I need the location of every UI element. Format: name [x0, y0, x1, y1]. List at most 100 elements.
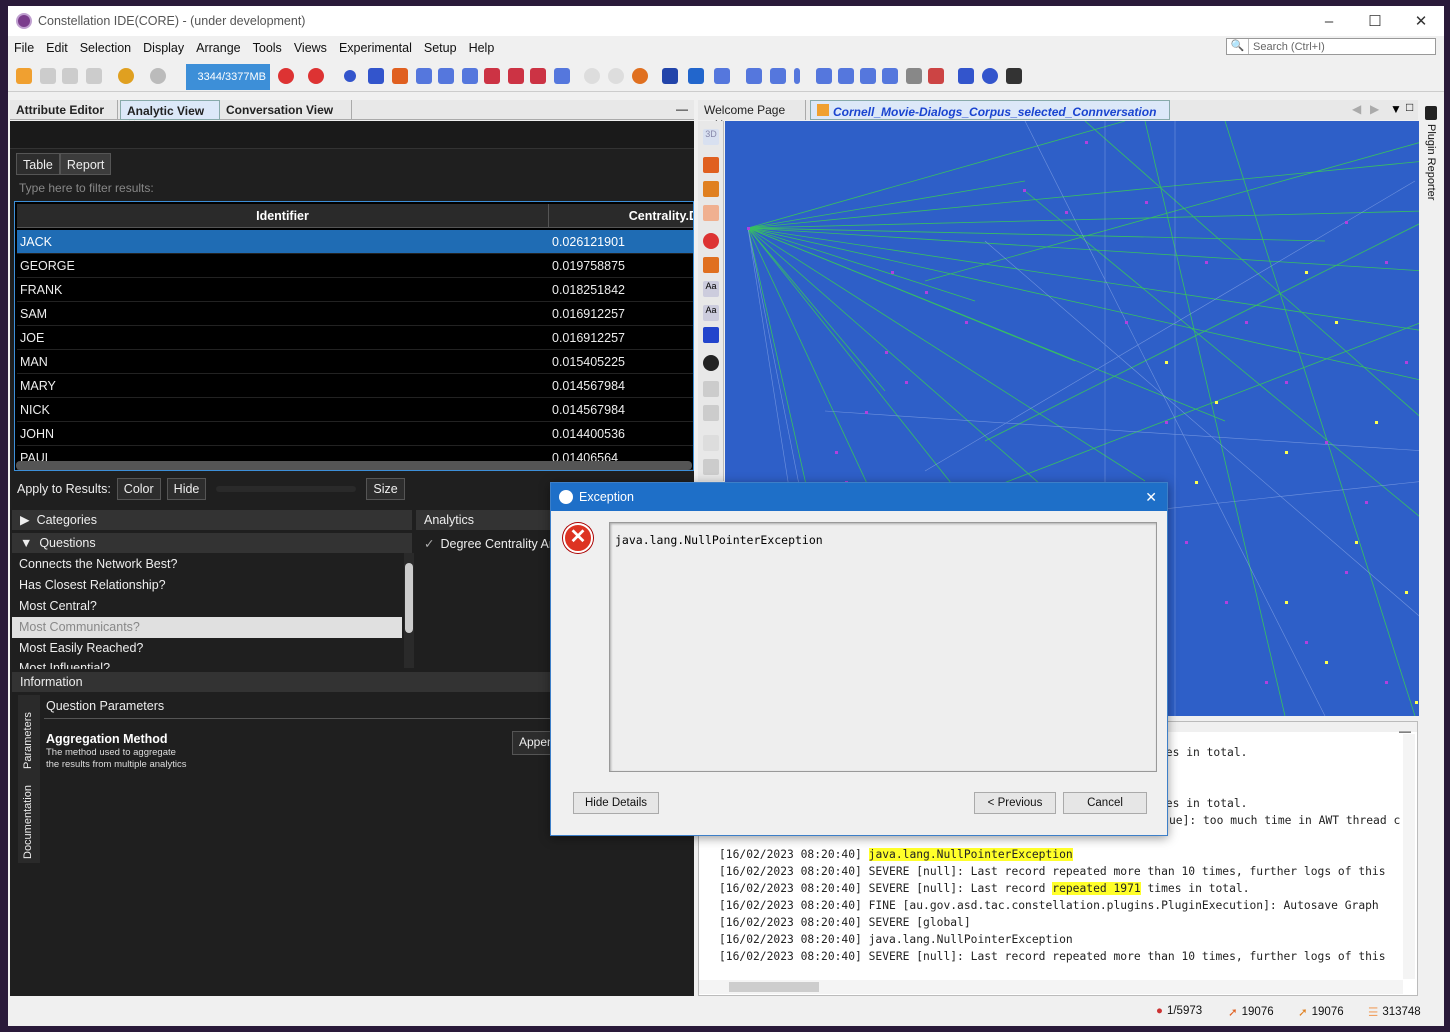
tab-table[interactable]: Table: [16, 153, 60, 175]
layout-1-icon[interactable]: [816, 68, 832, 84]
close-button[interactable]: ✕: [1398, 6, 1444, 36]
scroll-right-icon[interactable]: ▶: [1370, 102, 1379, 116]
size-button[interactable]: Size: [366, 478, 405, 500]
graph-tool-5-icon[interactable]: [508, 68, 524, 84]
table-row[interactable]: JOHN 0.014400536: [17, 422, 693, 446]
question-item[interactable]: Most Influential?: [12, 659, 402, 669]
search-icon[interactable]: 🔍: [1227, 39, 1249, 54]
blaze-icon[interactable]: [703, 327, 719, 343]
vertical-line-icon[interactable]: [794, 68, 800, 84]
color-button[interactable]: Color: [116, 478, 161, 500]
menu-file[interactable]: File: [8, 41, 40, 55]
new-graph-icon[interactable]: [16, 68, 32, 84]
analytics-item[interactable]: ✓ Degree Centrality An: [424, 536, 556, 552]
table-row[interactable]: NICK 0.014567984: [17, 398, 693, 422]
open-icon[interactable]: [40, 68, 56, 84]
zoom-icon[interactable]: [584, 68, 600, 84]
table-row[interactable]: SAM 0.016912257: [17, 302, 693, 326]
question-item[interactable]: Most Easily Reached?: [12, 638, 402, 659]
tab-welcome-page[interactable]: Welcome Page ✕: [698, 100, 806, 131]
menu-setup[interactable]: Setup: [418, 41, 463, 55]
plugin-reporter-tab[interactable]: Plugin Reporter: [1425, 124, 1437, 200]
maximize-panel-icon[interactable]: □: [1406, 100, 1413, 114]
checkbox-checked-icon[interactable]: ✓: [424, 536, 434, 551]
questions-header[interactable]: ▼ Questions: [12, 533, 412, 553]
gc-all-icon[interactable]: [308, 68, 324, 84]
hide-details-button[interactable]: Hide Details: [573, 792, 659, 814]
questions-scrollbar[interactable]: [404, 553, 414, 668]
chart-icon[interactable]: [1006, 68, 1022, 84]
eye-icon[interactable]: [703, 355, 719, 371]
pan-icon[interactable]: [703, 435, 719, 451]
hide-button[interactable]: Hide: [166, 478, 207, 500]
plugin-reporter-icon[interactable]: [1425, 106, 1437, 120]
tab-analytic-view[interactable]: Analytic View ✕: [120, 100, 220, 132]
toggle-edges-icon[interactable]: [703, 181, 719, 197]
pie-icon[interactable]: [632, 68, 648, 84]
select-tool-icon[interactable]: [703, 459, 719, 475]
clock-icon[interactable]: [982, 68, 998, 84]
graph-tool-2-icon[interactable]: [438, 68, 454, 84]
menu-views[interactable]: Views: [288, 41, 333, 55]
question-item[interactable]: Most Communicants?: [12, 617, 402, 638]
graph-tool-3-icon[interactable]: [462, 68, 478, 84]
exception-details[interactable]: java.lang.NullPointerException: [609, 522, 1157, 772]
menu-edit[interactable]: Edit: [40, 41, 74, 55]
labels-icon[interactable]: Aa: [703, 281, 719, 297]
node-tool-icon[interactable]: [392, 68, 408, 84]
menu-selection[interactable]: Selection: [74, 41, 137, 55]
menu-display[interactable]: Display: [137, 41, 190, 55]
add-transaction-icon[interactable]: [368, 68, 384, 84]
node-colors-icon[interactable]: [703, 233, 719, 249]
tab-graph[interactable]: Cornell_Movie-Dialogs_Corpus_selected_Co…: [810, 100, 1170, 133]
toggle-links-icon[interactable]: [703, 205, 719, 221]
table-row[interactable]: JOE 0.016912257: [17, 326, 693, 350]
table-row[interactable]: MAN 0.015405225: [17, 350, 693, 374]
menu-help[interactable]: Help: [463, 41, 501, 55]
minimize-panel-icon[interactable]: —: [676, 102, 688, 116]
reset-view-icon[interactable]: [703, 405, 719, 421]
scroll-thumb[interactable]: [405, 563, 413, 633]
undo-icon[interactable]: [118, 68, 134, 84]
categories-header[interactable]: ▶ Categories: [12, 510, 412, 530]
table-row[interactable]: MARY 0.014567984: [17, 374, 693, 398]
tab-attribute-editor[interactable]: Attribute Editor: [10, 100, 118, 120]
filter-icon[interactable]: [662, 68, 678, 84]
add-node-icon[interactable]: [344, 70, 356, 82]
line-icon[interactable]: [770, 68, 786, 84]
table-row[interactable]: FRANK 0.018251842: [17, 278, 693, 302]
tab-parameters[interactable]: Parameters: [22, 699, 34, 769]
grid-icon[interactable]: [746, 68, 762, 84]
graph-tool-6-icon[interactable]: [530, 68, 546, 84]
table-row[interactable]: JACK 0.026121901: [17, 230, 693, 254]
histogram-icon[interactable]: [958, 68, 974, 84]
layout-3-icon[interactable]: [860, 68, 876, 84]
previous-button[interactable]: < Previous: [974, 792, 1056, 814]
column-centrality[interactable]: Centrality.D: [550, 204, 693, 228]
unpin-icon[interactable]: [928, 68, 944, 84]
menu-arrange[interactable]: Arrange: [190, 41, 246, 55]
tab-report[interactable]: Report: [59, 153, 112, 175]
question-item[interactable]: Connects the Network Best?: [12, 554, 402, 575]
draw-transaction-icon[interactable]: [703, 157, 719, 173]
scroll-thumb[interactable]: [729, 982, 819, 992]
table-row[interactable]: GEORGE 0.019758875: [17, 254, 693, 278]
table-horizontal-scrollbar[interactable]: [16, 461, 692, 470]
log-horizontal-scrollbar[interactable]: [699, 980, 1403, 994]
zoom-to-fit-icon[interactable]: [703, 381, 719, 397]
size-slider[interactable]: [216, 486, 357, 492]
graph-tool-7-icon[interactable]: [554, 68, 570, 84]
maximize-button[interactable]: ☐: [1352, 6, 1398, 36]
search-input[interactable]: Search (Ctrl+I): [1249, 41, 1325, 53]
copy-graph-icon[interactable]: [688, 68, 704, 84]
redo-icon[interactable]: [150, 68, 166, 84]
transaction-labels-icon[interactable]: Aa: [703, 305, 719, 321]
scroll-left-icon[interactable]: ◀: [1352, 102, 1361, 116]
question-item[interactable]: Has Closest Relationship?: [12, 575, 402, 596]
find-icon[interactable]: [608, 68, 624, 84]
tab-documentation[interactable]: Documentation: [22, 777, 34, 859]
save-icon[interactable]: [62, 68, 78, 84]
cancel-button[interactable]: Cancel: [1063, 792, 1147, 814]
search-box[interactable]: 🔍 Search (Ctrl+I): [1226, 38, 1436, 55]
gc-icon[interactable]: [278, 68, 294, 84]
